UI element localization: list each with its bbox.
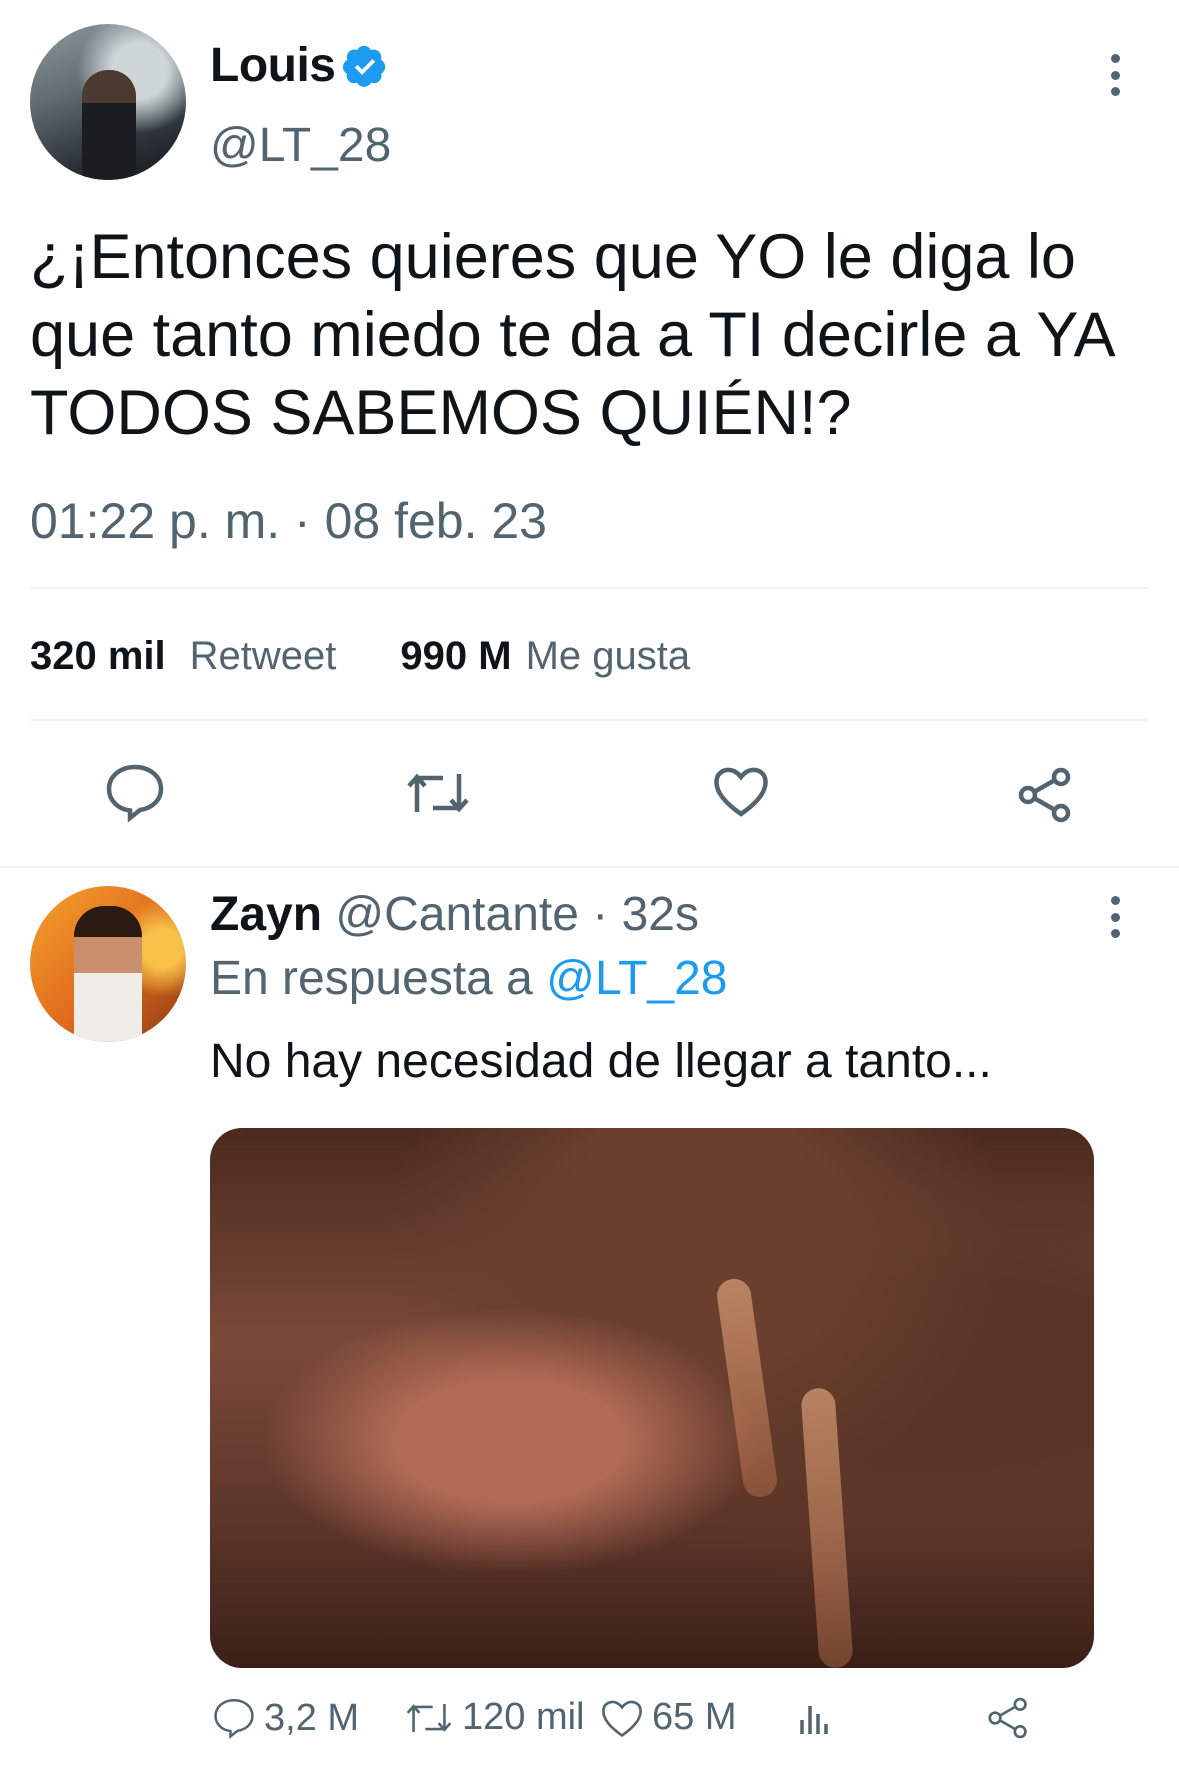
reply-author-handle[interactable]: @Cantante: [335, 888, 579, 941]
author-avatar[interactable]: [30, 24, 186, 180]
analytics-icon[interactable]: [796, 1698, 836, 1738]
replying-to-link[interactable]: @LT_28: [546, 952, 727, 1005]
reply-author-avatar[interactable]: [30, 886, 186, 1042]
reply-share-icon[interactable]: [986, 1696, 1030, 1740]
reply-text: No hay necesidad de llegar a tanto...: [210, 1035, 992, 1088]
reply-retweet-button[interactable]: 120 mil: [404, 1696, 585, 1739]
thread-divider: [0, 866, 1179, 868]
replying-prefix: En respuesta a: [210, 952, 533, 1005]
retweet-icon[interactable]: [404, 766, 472, 825]
share-icon[interactable]: [1016, 766, 1074, 829]
divider: [30, 719, 1148, 721]
retweet-label: Retweet: [189, 634, 337, 678]
divider: [30, 587, 1148, 589]
retweet-count: 320 mil: [30, 634, 166, 678]
like-icon[interactable]: [712, 764, 770, 823]
reply-media-image[interactable]: [210, 1128, 1094, 1668]
replying-to: En respuesta a @LT_28: [210, 951, 727, 1006]
like-count: 65 M: [652, 1696, 737, 1738]
reply-author-name[interactable]: Zayn: [210, 888, 322, 941]
like-label: Me gusta: [525, 634, 691, 678]
reply-icon: [214, 1699, 254, 1740]
reply-more-options-icon[interactable]: [1108, 896, 1122, 938]
retweet-count: 120 mil: [462, 1696, 585, 1738]
reply-like-button[interactable]: 65 M: [600, 1696, 736, 1739]
author-name-row: Louis: [210, 38, 388, 93]
reply-reply-button[interactable]: 3,2 M: [212, 1696, 359, 1740]
more-options-icon[interactable]: [1108, 54, 1122, 96]
reply-header: Zayn @Cantante · 32s: [210, 887, 699, 942]
retweet-icon: [406, 1703, 452, 1732]
like-stat[interactable]: 990 M Me gusta: [400, 634, 690, 679]
reply-time[interactable]: · 32s: [592, 888, 699, 941]
author-name[interactable]: Louis: [210, 38, 336, 93]
tweet-stats: 320 mil Retweet 990 M Me gusta: [30, 634, 690, 679]
retweet-stat[interactable]: 320 mil Retweet: [30, 634, 336, 679]
verified-badge-icon: [342, 45, 385, 87]
author-handle[interactable]: @LT_28: [210, 118, 391, 173]
tweet-timestamp[interactable]: 01:22 p. m. · 08 feb. 23: [30, 492, 547, 550]
reply-icon[interactable]: [104, 762, 166, 827]
like-icon: [602, 1700, 642, 1737]
tweet-text: ¿¡Entonces quieres que YO le diga lo que…: [30, 222, 1113, 448]
reply-count: 3,2 M: [264, 1696, 360, 1739]
like-count: 990 M: [400, 634, 512, 678]
